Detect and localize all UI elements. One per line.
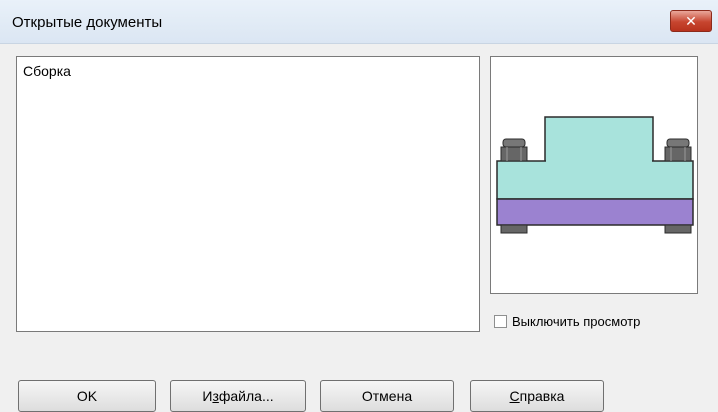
disable-preview-label: Выключить просмотр [512, 314, 641, 329]
close-button[interactable]: ✕ [670, 10, 712, 32]
help-hotkey: С [509, 388, 520, 404]
open-documents-list[interactable]: Сборка [16, 56, 480, 332]
close-icon: ✕ [685, 13, 697, 29]
title-bar: Открытые документы ✕ [0, 0, 718, 44]
from-file-label-suffix: файла... [218, 388, 274, 404]
ok-button-label: OK [76, 388, 98, 404]
help-button[interactable]: Справка [470, 380, 604, 412]
ok-button[interactable]: OK [18, 380, 156, 412]
assembly-preview-image [496, 116, 694, 234]
cancel-button[interactable]: Отмена [320, 380, 454, 412]
from-file-label-prefix: И [202, 388, 213, 404]
disable-preview-option[interactable]: Выключить просмотр [494, 314, 640, 329]
help-label-suffix: правка [519, 388, 565, 404]
disable-preview-checkbox[interactable] [494, 315, 507, 328]
cancel-button-label: Отмена [361, 388, 413, 404]
from-file-button[interactable]: Из файла... [170, 380, 306, 412]
list-item[interactable]: Сборка [23, 63, 71, 79]
preview-pane [490, 56, 698, 294]
window-title: Открытые документы [12, 14, 163, 31]
